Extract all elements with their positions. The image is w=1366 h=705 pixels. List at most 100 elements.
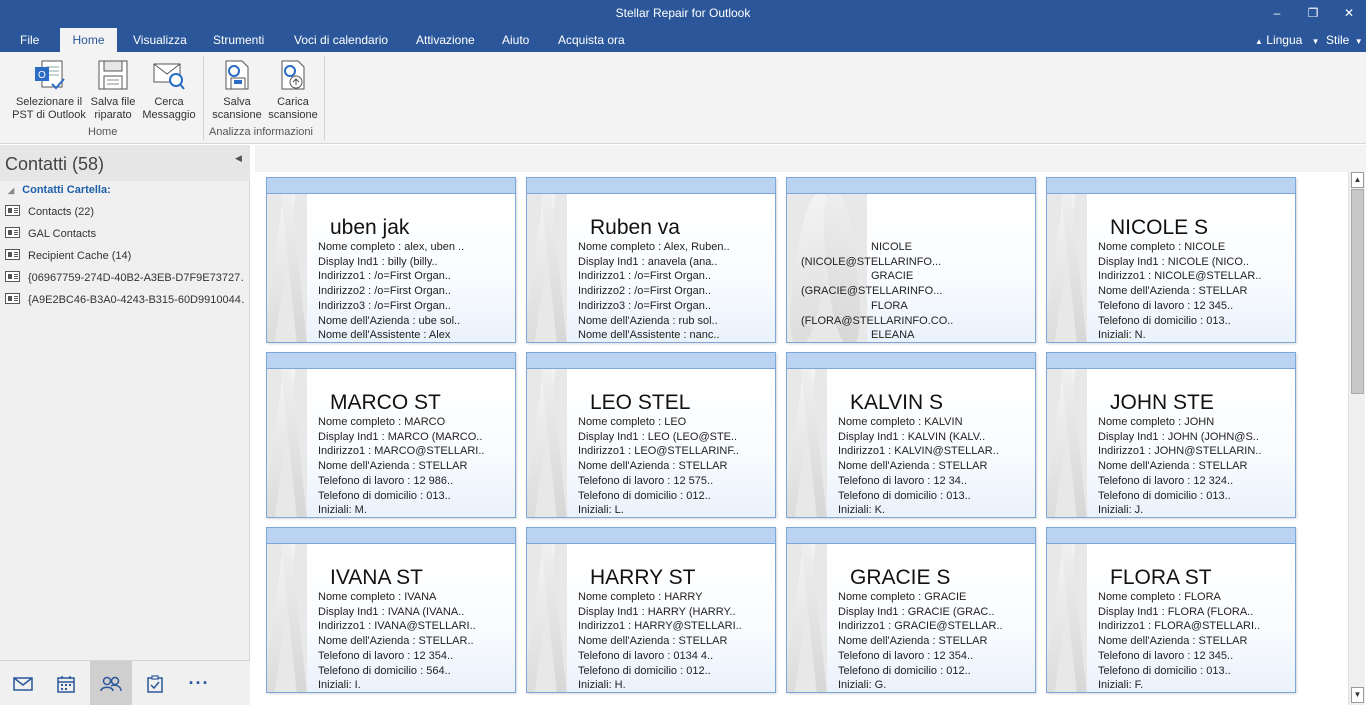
card-header-bar xyxy=(787,353,1035,369)
contact-name: Ruben va xyxy=(590,216,680,239)
folder-item-gal-contacts[interactable]: GAL Contacts xyxy=(5,227,245,245)
contact-field: (FLORA@STELLARINFO.CO.. xyxy=(801,314,954,327)
contacts-card-view: uben jak Nome completo : alex, uben .. Dis… xyxy=(255,145,1366,705)
contact-photo xyxy=(787,369,827,517)
tab-voci-di-calendario[interactable]: Voci di calendario xyxy=(292,28,390,52)
contact-card[interactable]: FLORA ST Nome completo : FLORA Display Ind… xyxy=(1046,527,1296,693)
folder-item-contacts[interactable]: Contacts (22) xyxy=(5,205,245,223)
contact-field: Indirizzo2 : /o=First Organ.. xyxy=(318,285,451,298)
card-body: MARCO ST Nome completo : MARCO Display Ind… xyxy=(267,369,515,517)
vertical-scrollbar[interactable]: ▲ ▼ xyxy=(1348,172,1365,705)
contact-field: Nome completo : JOHN xyxy=(1098,416,1215,428)
contact-card[interactable]: IVANA ST Nome completo : IVANA Display Ind… xyxy=(266,527,516,693)
card-body: KALVIN S Nome completo : KALVIN Display In… xyxy=(787,369,1035,517)
tab-aiuto[interactable]: Aiuto xyxy=(500,28,531,52)
contact-field: Display Ind1 : KALVIN (KALV.. xyxy=(838,430,986,443)
sidebar: Contatti (58) ◀ ◢ Contatti Cartella: Cont… xyxy=(0,145,250,705)
contact-field: Display Ind1 : LEO (LEO@STE.. xyxy=(578,430,738,443)
menu-bar: File Home Visualizza Strumenti Voci di c… xyxy=(0,28,1366,52)
folder-label: {06967759-274D-40B2-A3EB-D7F9E73727… xyxy=(28,272,245,284)
contact-card[interactable]: KALVIN S Nome completo : KALVIN Display In… xyxy=(786,352,1036,518)
tab-acquista-ora[interactable]: Acquista ora xyxy=(556,28,627,52)
style-menu[interactable]: Stile ▼ xyxy=(1326,28,1363,52)
chevron-up-icon: ▲ xyxy=(1255,37,1263,46)
tasks-icon xyxy=(147,674,163,693)
contacts-folder-root[interactable]: ◢ Contatti Cartella: xyxy=(8,184,111,196)
contact-card[interactable]: LEO STEL Nome completo : LEO Display Ind1 … xyxy=(526,352,776,518)
language-menu[interactable]: ▲ Lingua ▼ xyxy=(1255,28,1320,52)
contact-field: Iniziali: M. xyxy=(318,504,367,517)
expand-triangle-icon[interactable]: ◢ xyxy=(8,186,14,195)
contact-card[interactable]: uben jak Nome completo : alex, uben .. Dis… xyxy=(266,177,516,343)
load-scan-label: Carica scansione xyxy=(268,96,318,121)
contact-name: LEO STEL xyxy=(590,391,691,414)
more-icon[interactable]: ··· xyxy=(178,661,220,705)
load-scan-button[interactable]: Carica scansione xyxy=(266,56,320,122)
contact-field: Telefono di lavoro : 12 575.. xyxy=(578,474,714,487)
contact-field: Indirizzo1 : GRACIE@STELLAR.. xyxy=(838,620,1003,633)
contacts-icon xyxy=(100,676,122,691)
language-label: Lingua xyxy=(1266,33,1303,47)
contact-name: NICOLE S xyxy=(1110,216,1209,239)
tab-strumenti[interactable]: Strumenti xyxy=(211,28,266,52)
tab-visualizza[interactable]: Visualizza xyxy=(131,28,189,52)
outlook-pst-icon: O xyxy=(32,58,66,92)
contact-field: Indirizzo1 : /o=First Organ.. xyxy=(578,270,711,283)
contact-field: Telefono di domicilio : 012.. xyxy=(578,664,711,677)
title-bar: Stellar Repair for Outlook – ❐ ✕ xyxy=(0,0,1366,28)
scroll-down-arrow-icon[interactable]: ▼ xyxy=(1351,687,1364,703)
contact-field: Indirizzo1 : NICOLE@STELLAR.. xyxy=(1098,270,1262,283)
save-repaired-button[interactable]: Salva file riparato xyxy=(89,56,137,122)
save-repaired-label: Salva file riparato xyxy=(90,96,136,121)
contact-card[interactable]: Ruben va Nome completo : Alex, Ruben.. Dis… xyxy=(526,177,776,343)
ribbon-group-analyze-label: Analizza informazioni xyxy=(209,126,313,138)
content-header-strip xyxy=(255,145,1366,172)
contact-card[interactable]: MARCO ST Nome completo : MARCO Display Ind… xyxy=(266,352,516,518)
scroll-thumb[interactable] xyxy=(1351,189,1364,394)
contact-card[interactable]: GRACIE S Nome completo : GRACIE Display In… xyxy=(786,527,1036,693)
contact-card[interactable]: NICOLE (NICOLE@STELLARINFO... GRACIE (GRACI… xyxy=(786,177,1036,343)
contact-name: MARCO ST xyxy=(330,391,441,414)
contact-field: Nome completo : MARCO xyxy=(318,416,446,428)
minimize-button[interactable]: – xyxy=(1260,0,1294,28)
contacts-nav-button[interactable] xyxy=(90,661,132,705)
card-header-bar xyxy=(527,178,775,194)
contact-field: Indirizzo1 : /o=First Organ.. xyxy=(318,270,451,283)
contact-name: uben jak xyxy=(330,216,410,239)
close-button[interactable]: ✕ xyxy=(1332,0,1366,28)
folder-item-recipient-cache[interactable]: Recipient Cache (14) xyxy=(5,249,245,267)
collapse-pane-icon[interactable]: ◀ xyxy=(235,153,242,164)
contact-field: Nome dell'Azienda : ube sol.. xyxy=(318,314,461,327)
folder-item-guid-2[interactable]: {A9E2BC46-B3A0-4243-B315-60D9910044… xyxy=(5,293,245,311)
save-scan-icon xyxy=(220,58,254,92)
contact-field: Nome completo : Alex, Ruben.. xyxy=(578,241,730,253)
contact-field: FLORA xyxy=(871,299,908,312)
contact-field: Iniziali: G. xyxy=(838,679,887,692)
scroll-up-arrow-icon[interactable]: ▲ xyxy=(1351,172,1364,188)
tasks-nav-button[interactable] xyxy=(134,661,176,705)
select-pst-button[interactable]: O Selezionare il PST di Outlook xyxy=(8,56,90,122)
maximize-button[interactable]: ❐ xyxy=(1296,0,1330,28)
contact-field: Indirizzo1 : MARCO@STELLARI.. xyxy=(318,445,485,458)
contact-card[interactable]: NICOLE S Nome completo : NICOLE Display In… xyxy=(1046,177,1296,343)
contact-field: Iniziali: F. xyxy=(1098,679,1144,692)
contact-photo xyxy=(527,544,567,692)
tab-home[interactable]: Home xyxy=(60,28,117,52)
contact-field: Nome dell'Azienda : STELLAR xyxy=(578,460,728,473)
contact-card[interactable]: JOHN STE Nome completo : JOHN Display Ind1… xyxy=(1046,352,1296,518)
mail-nav-button[interactable] xyxy=(2,661,44,705)
folder-item-guid-1[interactable]: {06967759-274D-40B2-A3EB-D7F9E73727… xyxy=(5,271,245,289)
card-body: GRACIE S Nome completo : GRACIE Display In… xyxy=(787,544,1035,692)
tab-attivazione[interactable]: Attivazione xyxy=(414,28,477,52)
contact-photo xyxy=(527,369,567,517)
contact-field: Telefono di domicilio : 564.. xyxy=(318,664,451,677)
contact-card[interactable]: HARRY ST Nome completo : HARRY Display Ind… xyxy=(526,527,776,693)
calendar-nav-button[interactable] xyxy=(45,661,87,705)
find-message-button[interactable]: Cerca Messaggio xyxy=(138,56,200,122)
contact-field: Indirizzo3 : /o=First Organ.. xyxy=(578,299,711,312)
contact-photo xyxy=(267,544,307,692)
contact-field: Indirizzo1 : IVANA@STELLARI.. xyxy=(318,620,476,633)
save-scan-label: Salva scansione xyxy=(212,96,262,121)
tab-file[interactable]: File xyxy=(18,28,41,52)
save-scan-button[interactable]: Salva scansione xyxy=(210,56,264,122)
